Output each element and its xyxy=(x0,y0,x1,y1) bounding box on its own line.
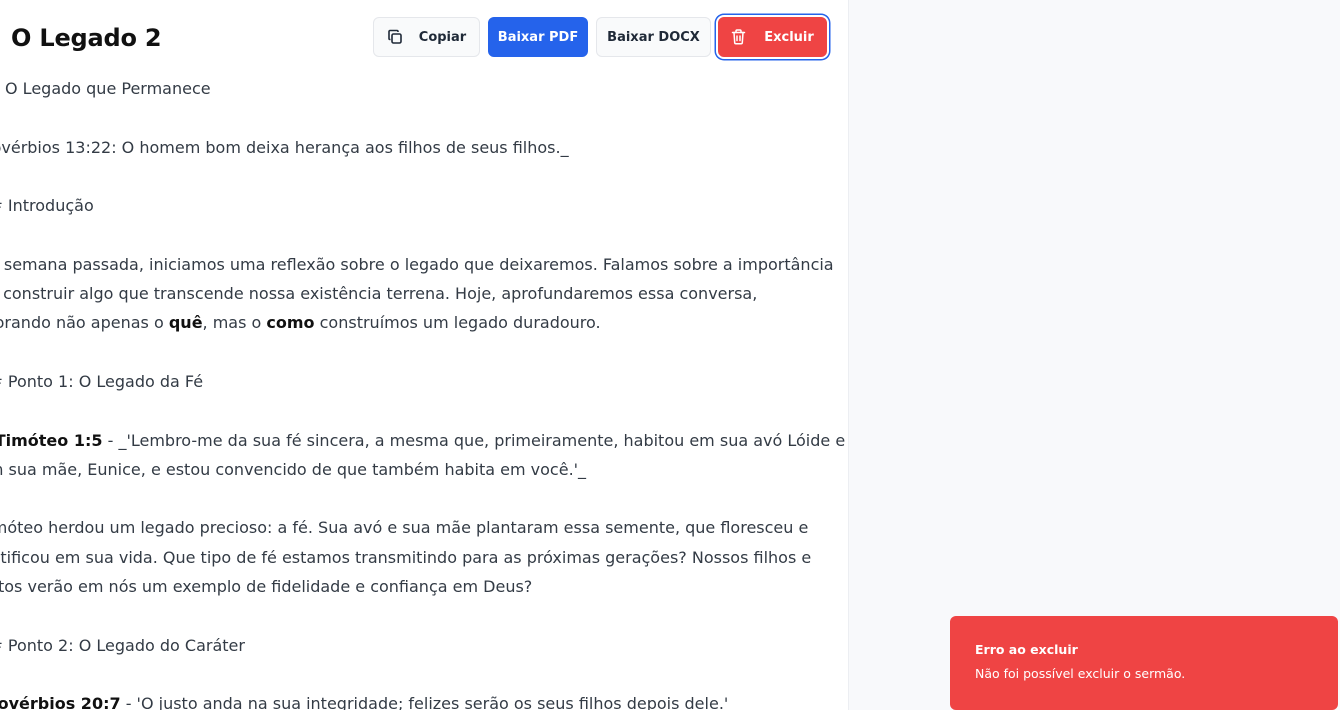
sermon-content: O Legado que Permanece Provérbios 13:22:… xyxy=(0,74,845,710)
content-epigraph: Provérbios 13:22: O homem bom deixa hera… xyxy=(0,137,569,157)
trash-icon xyxy=(731,29,746,45)
toast-title: Erro ao excluir xyxy=(975,642,1078,657)
content-paragraph-line: Timóteo herdou um legado precioso: a fé.… xyxy=(0,518,809,538)
content-paragraph-line: netos verão em nós um exemplo de fidelid… xyxy=(0,577,533,597)
content-paragraph-line: explorando não apenas o quê, mas o como … xyxy=(0,308,840,337)
text-span: - _'Lembro-me da sua fé sincera, a mesma… xyxy=(102,430,846,450)
text-span: , mas o xyxy=(202,313,267,333)
bold-text: como xyxy=(266,313,315,333)
download-pdf-button[interactable]: Baixar PDF xyxy=(488,17,588,57)
text-span: construímos um legado duradouro. xyxy=(314,313,601,333)
content-paragraph-line: frutificou em sua vida. Que tipo de fé e… xyxy=(0,547,812,567)
scripture-reference: Provérbios 20:7 xyxy=(0,694,121,710)
content-paragraph-line: de construir algo que transcende nossa e… xyxy=(0,284,758,304)
delete-button[interactable]: Excluir xyxy=(718,17,827,57)
content-heading: O Legado que Permanece xyxy=(5,79,211,98)
text-span: explorando não apenas o xyxy=(0,313,164,333)
error-toast[interactable]: Erro ao excluir Não foi possível excluir… xyxy=(950,616,1338,710)
copy-button[interactable]: Copiar xyxy=(373,17,480,57)
bold-text: quê xyxy=(168,313,203,333)
sermon-document-panel: O Legado 2 Copiar Baixar PDF Baixar DOCX… xyxy=(0,0,848,710)
download-pdf-label: Baixar PDF xyxy=(497,29,579,45)
content-paragraph-line: 2 Timóteo 1:5 - _'Lembro-me da sua fé si… xyxy=(0,426,845,455)
document-title: O Legado 2 xyxy=(11,24,162,52)
download-docx-button[interactable]: Baixar DOCX xyxy=(596,17,711,57)
content-paragraph-line: em sua mãe, Eunice, e estou convencido d… xyxy=(0,459,587,479)
section-heading-point-1: ## Ponto 1: O Legado da Fé xyxy=(0,371,204,391)
scripture-reference: 2 Timóteo 1:5 xyxy=(0,430,103,450)
text-span: - 'O justo anda na sua integridade; feli… xyxy=(120,694,729,710)
delete-button-label: Excluir xyxy=(764,29,814,45)
content-paragraph-line: Na semana passada, iniciamos uma reflexã… xyxy=(0,254,834,274)
section-heading-point-2: ## Ponto 2: O Legado do Caráter xyxy=(0,635,245,655)
side-panel xyxy=(848,0,1340,710)
toast-message: Não foi possível excluir o sermão. xyxy=(975,666,1186,681)
content-paragraph-line: Provérbios 20:7 - 'O justo anda na sua i… xyxy=(0,689,840,710)
copy-icon xyxy=(387,29,403,45)
section-heading-introduction: ## Introdução xyxy=(0,196,94,216)
download-docx-label: Baixar DOCX xyxy=(607,29,700,45)
copy-button-label: Copiar xyxy=(418,29,467,45)
